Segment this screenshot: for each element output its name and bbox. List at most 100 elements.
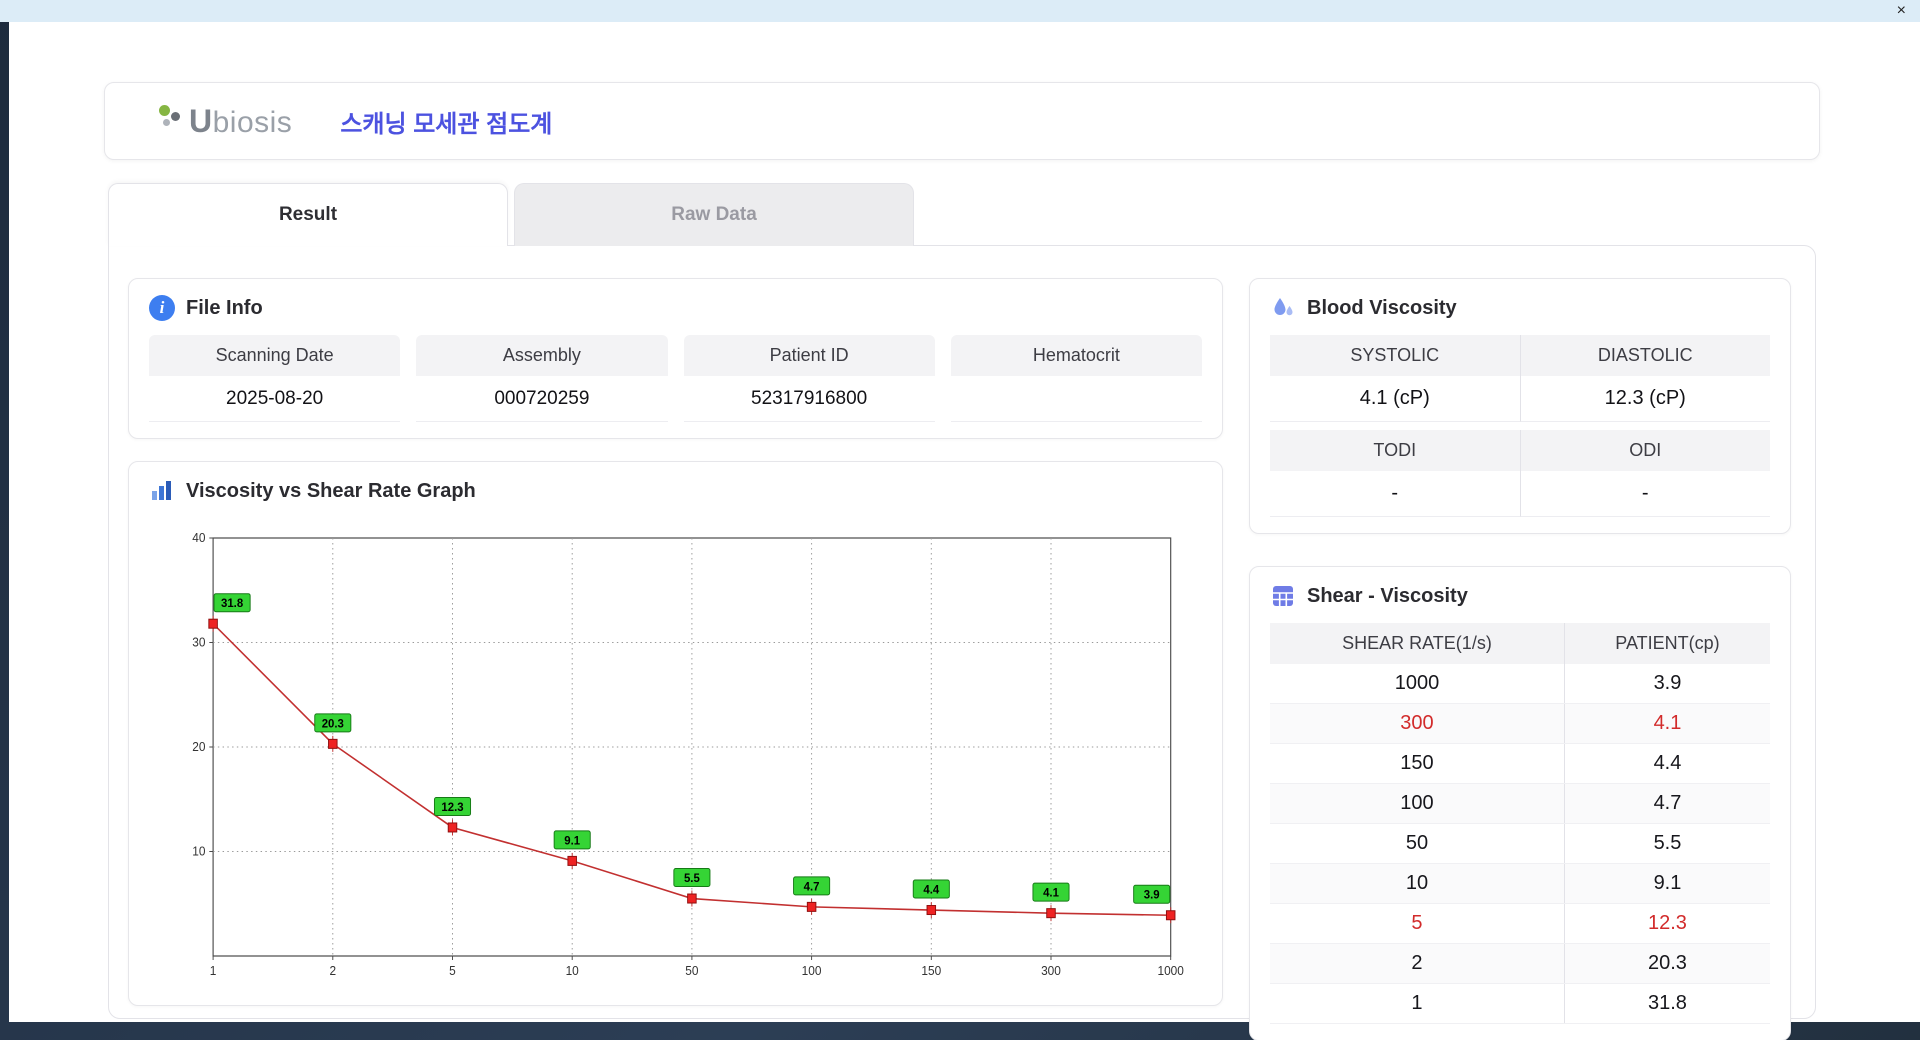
graph-card: Viscosity vs Shear Rate Graph 10 20 30 40 1 2… xyxy=(128,461,1223,1006)
shear-rate-cell: 2 xyxy=(1270,943,1565,984)
file-info-field: Assembly 000720259 xyxy=(416,335,668,422)
data-point-marker xyxy=(687,893,697,904)
shear-rate-cell: 1000 xyxy=(1270,664,1565,704)
patient-cell: 3.9 xyxy=(1564,664,1770,704)
y-tick-label: 10 xyxy=(192,844,205,858)
result-panel: i File Info Scanning Date 2025-08-20 Assem… xyxy=(108,245,1816,1040)
shear-viscosity-table: SHEAR RATE(1/s) PATIENT(cp) 1000 3.9 300 4.… xyxy=(1270,623,1770,1024)
field-label: Assembly xyxy=(416,335,668,376)
data-point-marker xyxy=(328,738,338,749)
table-row: 10 9.1 xyxy=(1270,863,1770,904)
svg-text:9.1: 9.1 xyxy=(564,834,580,847)
bv-label: SYSTOLIC xyxy=(1270,335,1521,376)
file-info-title: File Info xyxy=(186,296,263,319)
table-row: 150 4.4 xyxy=(1270,743,1770,784)
data-point-marker xyxy=(1046,908,1056,919)
x-tick-label: 100 xyxy=(802,964,822,978)
left-column: i File Info Scanning Date 2025-08-20 Assem… xyxy=(128,278,1223,1006)
shear-viscosity-header: Shear - Viscosity xyxy=(1270,583,1770,609)
field-value xyxy=(950,376,1202,422)
blood-viscosity-title: Blood Viscosity xyxy=(1307,296,1457,319)
data-point-marker xyxy=(208,618,218,629)
patient-cell: 4.1 xyxy=(1564,703,1770,744)
patient-cell: 4.4 xyxy=(1564,743,1770,784)
bv-label: DIASTOLIC xyxy=(1520,335,1770,376)
patient-cell: 12.3 xyxy=(1564,903,1770,944)
data-point-marker xyxy=(806,901,817,912)
shear-rate-cell: 50 xyxy=(1270,823,1565,864)
bv-value-row: 4.1 (cP) 12.3 (cP) xyxy=(1270,376,1770,422)
viscosity-chart: 10 20 30 40 1 2 5 10 50 100 150 300 1000 31.8 20.3 12.3… xyxy=(192,531,1184,978)
bv-value-row: -- xyxy=(1270,471,1770,517)
chart-area: 10 20 30 40 1 2 5 10 50 100 150 300 1000 31.8 20.3 12.3… xyxy=(149,518,1202,989)
patient-cell: 31.8 xyxy=(1564,983,1770,1024)
logo-text-bold: U xyxy=(189,103,213,139)
file-info-field: Scanning Date 2025-08-20 xyxy=(149,335,401,422)
file-info-header: i File Info xyxy=(149,295,1202,321)
tab-bar: Result Raw Data xyxy=(108,183,914,246)
data-point-marker xyxy=(926,905,937,916)
graph-header: Viscosity vs Shear Rate Graph xyxy=(149,478,1202,504)
svg-text:20.3: 20.3 xyxy=(322,717,345,730)
data-point-marker xyxy=(447,822,458,833)
bv-label: ODI xyxy=(1520,430,1770,471)
field-value: 52317916800 xyxy=(683,376,935,422)
x-tick-label: 1000 xyxy=(1157,964,1184,978)
svg-text:31.8: 31.8 xyxy=(221,597,244,610)
shear-rate-cell: 150 xyxy=(1270,743,1565,784)
bv-value: 12.3 (cP) xyxy=(1520,376,1770,422)
y-tick-label: 30 xyxy=(192,635,205,649)
info-icon: i xyxy=(149,295,175,321)
shear-rate-cell: 1 xyxy=(1270,983,1565,1024)
table-row: 100 4.7 xyxy=(1270,783,1770,824)
x-tick-label: 2 xyxy=(329,964,336,978)
x-tick-label: 10 xyxy=(566,964,579,978)
svg-text:4.7: 4.7 xyxy=(804,880,820,893)
blood-viscosity-card: Blood Viscosity SYSTOLIC DIASTOLIC 4.1 (cP… xyxy=(1249,278,1791,534)
shear-viscosity-title: Shear - Viscosity xyxy=(1307,584,1468,607)
desktop-background: × U biosis 스캐닝 모세관 점도계 Result Raw Data i… xyxy=(0,0,1920,1040)
table-row: 1 31.8 xyxy=(1270,983,1770,1024)
x-tick-label: 50 xyxy=(685,964,698,978)
field-label: Patient ID xyxy=(683,335,935,376)
file-info-fields: Scanning Date 2025-08-20 Assembly 000720259… xyxy=(149,335,1202,422)
graph-title: Viscosity vs Shear Rate Graph xyxy=(186,479,476,502)
data-point-marker xyxy=(567,855,577,866)
patient-cell: 9.1 xyxy=(1564,863,1770,904)
file-info-field: Patient ID 52317916800 xyxy=(683,335,935,422)
svg-text:5.5: 5.5 xyxy=(684,872,700,885)
table-row: 300 4.1 xyxy=(1270,703,1770,744)
x-tick-label: 1 xyxy=(210,964,217,978)
logo-text: biosis xyxy=(212,106,293,139)
tab-raw-data[interactable]: Raw Data xyxy=(514,183,914,246)
app-header: U biosis 스캐닝 모세관 점도계 xyxy=(104,82,1820,160)
y-tick-label: 20 xyxy=(192,740,205,754)
svg-text:4.4: 4.4 xyxy=(923,883,939,896)
app-window: U biosis 스캐닝 모세관 점도계 Result Raw Data i F… xyxy=(9,22,1920,1040)
right-column: Blood Viscosity SYSTOLIC DIASTOLIC 4.1 (cP… xyxy=(1249,278,1791,1040)
bar-chart-icon xyxy=(152,481,171,500)
field-label: Hematocrit xyxy=(950,335,1202,376)
close-icon[interactable]: × xyxy=(1897,3,1906,19)
svg-text:3.9: 3.9 xyxy=(1144,888,1160,901)
tab-result[interactable]: Result xyxy=(108,183,508,246)
file-info-field: Hematocrit xyxy=(950,335,1202,422)
table-row: 2 20.3 xyxy=(1270,943,1770,984)
column-header-patient: PATIENT(cp) xyxy=(1564,623,1770,664)
ubiosis-logo: U biosis xyxy=(157,102,292,140)
bv-header-row: TODI ODI xyxy=(1270,430,1770,471)
bv-value: 4.1 (cP) xyxy=(1270,376,1521,422)
patient-cell: 4.7 xyxy=(1564,783,1770,824)
logo-leaf-icon xyxy=(157,102,187,132)
shear-rate-cell: 10 xyxy=(1270,863,1565,904)
data-point-marker xyxy=(1165,910,1176,921)
table-row: 50 5.5 xyxy=(1270,823,1770,864)
bv-value: - xyxy=(1520,471,1770,517)
blood-viscosity-table: SYSTOLIC DIASTOLIC 4.1 (cP) 12.3 (cP) TODI OD… xyxy=(1270,335,1770,517)
shear-rate-cell: 5 xyxy=(1270,903,1565,944)
window-titlebar: × xyxy=(0,0,1920,22)
bv-value: - xyxy=(1270,471,1521,517)
shear-viscosity-card: Shear - Viscosity SHEAR RATE(1/s) PATIEN… xyxy=(1249,566,1791,1040)
svg-text:12.3: 12.3 xyxy=(441,801,464,814)
blood-viscosity-header: Blood Viscosity xyxy=(1270,295,1770,321)
